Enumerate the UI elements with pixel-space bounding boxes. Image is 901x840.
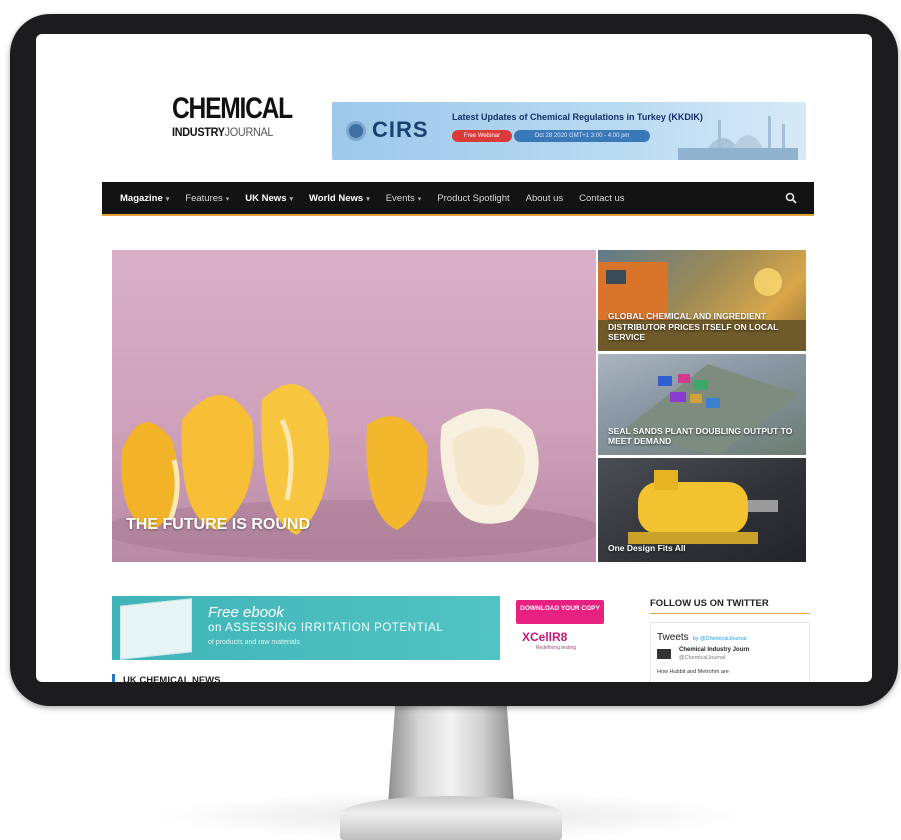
mosque-skyline-icon (678, 116, 798, 160)
monitor-screen: CHEMICAL INDUSTRYJOURNAL CIRS Latest Upd… (36, 34, 872, 682)
ebook-cover-image (120, 598, 192, 660)
nav-item-product-spotlight[interactable]: Product Spotlight (437, 193, 509, 204)
cirs-ad-banner[interactable]: CIRS Latest Updates of Chemical Regulati… (332, 102, 806, 160)
main-navigation: Magazine ▾ Features ▾ UK News ▾ World News ▾… (102, 182, 814, 216)
ebook-line-2: on ASSESSING IRRITATION POTENTIAL (208, 622, 444, 634)
ad-date: Oct 28 2020 GMT+1 3:00 - 4:00 pm (514, 130, 650, 142)
featured-card-one-design[interactable]: One Design Fits All (598, 458, 806, 562)
chevron-down-icon: ▾ (289, 195, 293, 203)
xcellr8-logo[interactable]: XCellR8 (522, 630, 567, 644)
site-logo[interactable]: CHEMICAL INDUSTRYJOURNAL (172, 92, 302, 139)
ebook-line-3: of products and raw materials (208, 639, 300, 646)
twitter-heading: FOLLOW US ON TWITTER (650, 598, 810, 614)
logo-line-1: CHEMICAL (172, 92, 293, 125)
chevron-down-icon: ▾ (417, 195, 422, 203)
ebook-line-1: Free ebook (208, 604, 284, 621)
tweet-text: How Hubbit and Metrohm are (657, 669, 729, 675)
nav-item-magazine[interactable]: Magazine ▾ (120, 193, 169, 204)
nav-item-contact-us[interactable]: Contact us (579, 193, 624, 204)
tweets-title: Tweets (657, 632, 689, 643)
ad-headline: Latest Updates of Chemical Regulations i… (452, 112, 703, 122)
ebook-ad-banner[interactable]: Free ebook on ASSESSING IRRITATION POTEN… (112, 596, 500, 660)
search-icon[interactable] (784, 191, 798, 205)
xcellr8-tagline: Redefining testing (536, 645, 577, 651)
featured-card-seal-sands[interactable]: SEAL SANDS PLANT DOUBLING OUTPUT TO MEET… (598, 354, 806, 455)
tweets-timeline[interactable]: Tweets by @ChemicalJournal Chemical Indus… (650, 622, 810, 682)
monitor-bezel: CHEMICAL INDUSTRYJOURNAL CIRS Latest Upd… (10, 14, 898, 706)
download-copy-button[interactable]: DOWNLOAD YOUR COPY (516, 600, 604, 624)
uk-news-section-heading: UK CHEMICAL NEWS (112, 674, 220, 682)
featured-card-distributor[interactable]: GLOBAL CHEMICAL AND INGREDIENT DISTRIBUT… (598, 250, 806, 351)
monitor-stand-neck (388, 700, 514, 804)
logo-line-2: INDUSTRYJOURNAL (172, 125, 274, 139)
site-header: CHEMICAL INDUSTRYJOURNAL CIRS Latest Upd… (36, 34, 872, 162)
nav-item-uk-news[interactable]: UK News ▾ (245, 193, 293, 204)
ad-brand: CIRS (372, 117, 429, 142)
tweet-author-name: Chemical Industry Journ (679, 647, 750, 653)
nav-item-about-us[interactable]: About us (526, 193, 564, 204)
tweet-author-handle: @ChemicalJournal (679, 655, 726, 661)
nav-item-world-news[interactable]: World News ▾ (309, 193, 370, 204)
card-title: SEAL SANDS PLANT DOUBLING OUTPUT TO MEET… (608, 425, 793, 447)
chevron-down-icon: ▾ (366, 195, 370, 203)
cirs-logo-icon (346, 121, 366, 141)
tweets-by-link[interactable]: by @ChemicalJournal (693, 636, 747, 642)
chevron-down-icon: ▾ (165, 195, 170, 203)
nav-item-events[interactable]: Events ▾ (386, 193, 422, 204)
card-title: One Design Fits All (608, 543, 686, 554)
hero-article[interactable]: THE FUTURE IS ROUND (112, 250, 596, 562)
nav-item-features[interactable]: Features ▾ (185, 193, 229, 204)
chevron-down-icon: ▾ (225, 195, 230, 203)
twitter-widget: FOLLOW US ON TWITTER Tweets by @ChemicalJ… (650, 598, 810, 682)
hero-title: THE FUTURE IS ROUND (126, 516, 310, 533)
monitor-stand-base (340, 796, 562, 840)
ad-webinar-pill: Free Webinar (452, 130, 512, 142)
card-title: GLOBAL CHEMICAL AND INGREDIENT DISTRIBUT… (608, 311, 779, 343)
avatar (657, 649, 671, 659)
